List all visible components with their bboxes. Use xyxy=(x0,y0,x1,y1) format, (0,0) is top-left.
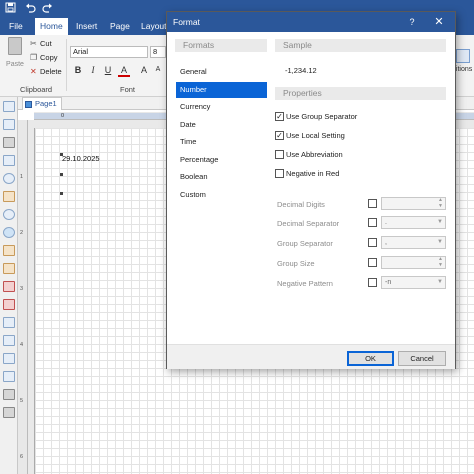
table-tool-icon[interactable] xyxy=(3,263,15,274)
font-family-select[interactable]: Arial xyxy=(70,46,148,58)
group-size-spinner[interactable]: ▲ ▼ xyxy=(381,256,446,269)
format-item-boolean[interactable]: Boolean xyxy=(176,169,267,185)
richtext-tool-icon[interactable] xyxy=(3,119,15,130)
delete-button[interactable]: ✕ Delete xyxy=(30,66,62,78)
checkmark-icon: ✓ xyxy=(275,112,284,121)
subreport-tool-icon[interactable] xyxy=(3,317,15,328)
format-item-custom[interactable]: Custom xyxy=(176,187,267,203)
group-separator-checkbox[interactable] xyxy=(368,238,377,247)
zipcode-tool-icon[interactable] xyxy=(3,389,15,400)
pageinfo-tool-icon[interactable] xyxy=(3,371,15,382)
font-size-select[interactable]: 8 xyxy=(150,46,166,58)
dialog-titlebar[interactable]: Format ? ✕ xyxy=(167,12,455,32)
cut-button[interactable]: ✂ Cut xyxy=(30,38,52,50)
selection-handle[interactable] xyxy=(60,173,63,176)
format-item-number[interactable]: Number xyxy=(176,82,267,98)
dialog-footer: OK Cancel xyxy=(167,344,455,369)
pagebreak-tool-icon[interactable] xyxy=(3,353,15,364)
picture-tool-icon[interactable] xyxy=(3,191,15,202)
sample-header: Sample xyxy=(275,39,446,52)
tab-file[interactable]: File xyxy=(4,18,28,35)
decimal-digits-checkbox[interactable] xyxy=(368,199,377,208)
line-tool-icon[interactable] xyxy=(3,281,15,292)
font-color-button[interactable]: A xyxy=(118,63,130,77)
bold-button[interactable]: B xyxy=(72,63,84,77)
toolbox xyxy=(0,97,18,474)
undo-icon[interactable] xyxy=(25,2,36,17)
gauge-tool-icon[interactable] xyxy=(3,209,15,220)
properties-header: Properties xyxy=(275,87,446,100)
help-button[interactable]: ? xyxy=(405,12,419,32)
conditions-icon[interactable] xyxy=(456,49,470,63)
label-tool-icon[interactable] xyxy=(3,101,15,112)
dialog-title: Format xyxy=(173,17,200,27)
date-textbox[interactable]: 29.10.2025 xyxy=(62,154,100,163)
delete-icon: ✕ xyxy=(30,67,37,76)
chevron-down-icon: ▼ xyxy=(437,239,443,245)
close-button[interactable]: ✕ xyxy=(431,12,447,32)
scissors-icon: ✂ xyxy=(30,39,37,48)
spinner-arrows-icon: ▲ ▼ xyxy=(438,197,443,209)
save-icon[interactable] xyxy=(5,2,16,17)
crosstab-tool-icon[interactable] xyxy=(3,299,15,310)
panel-tool-icon[interactable] xyxy=(3,335,15,346)
decimal-separator-select[interactable]: . ▼ xyxy=(381,216,446,229)
format-item-date[interactable]: Date xyxy=(176,117,267,133)
copy-icon: ❐ xyxy=(30,53,38,62)
format-item-time[interactable]: Time xyxy=(176,134,267,150)
underline-button[interactable]: U xyxy=(102,63,114,77)
vertical-ruler: 1 2 3 4 5 6 xyxy=(18,120,28,474)
tab-home[interactable]: Home xyxy=(35,18,68,35)
format-item-currency[interactable]: Currency xyxy=(176,99,267,115)
page-icon xyxy=(25,101,32,108)
doc-tab-page1[interactable]: Page1 xyxy=(22,97,62,110)
checkbox-tool-icon[interactable] xyxy=(3,137,15,148)
shape-tool-icon[interactable] xyxy=(3,173,15,184)
shrink-font-button[interactable]: A xyxy=(152,63,164,77)
tab-insert[interactable]: Insert xyxy=(71,18,102,35)
format-dialog: Format ? ✕ Formats General Number Curren… xyxy=(166,11,456,369)
chevron-down-icon: ▼ xyxy=(437,219,443,225)
tab-page[interactable]: Page xyxy=(105,18,135,35)
negative-pattern-select[interactable]: -n ▼ xyxy=(381,276,446,289)
selection-handle[interactable] xyxy=(60,153,63,156)
spinner-arrows-icon: ▲ ▼ xyxy=(438,256,443,268)
chart-tool-icon[interactable] xyxy=(3,245,15,256)
group-separator-select[interactable]: , ▼ xyxy=(381,236,446,249)
group-size-checkbox[interactable] xyxy=(368,258,377,267)
selection-handle[interactable] xyxy=(60,192,63,195)
chevron-down-icon: ▼ xyxy=(437,279,443,285)
cancel-button[interactable]: Cancel xyxy=(398,351,446,366)
paste-icon xyxy=(8,37,22,55)
paste-button[interactable]: Paste xyxy=(4,37,26,75)
barcode-tool-icon[interactable] xyxy=(3,155,15,166)
formats-header: Formats xyxy=(175,39,267,52)
copy-button[interactable]: ❐ Copy xyxy=(30,52,58,64)
negative-pattern-checkbox[interactable] xyxy=(368,278,377,287)
italic-button[interactable]: I xyxy=(87,63,99,77)
globe-icon[interactable] xyxy=(3,227,15,238)
clipboard-group-label: Clipboard xyxy=(20,85,53,94)
decimal-digits-spinner[interactable]: ▲ ▼ xyxy=(381,197,446,210)
ribbon-divider xyxy=(66,39,67,91)
checkmark-icon: ✓ xyxy=(275,131,284,140)
tools-icon[interactable] xyxy=(3,407,15,418)
format-item-percentage[interactable]: Percentage xyxy=(176,152,267,168)
font-group-label: Font xyxy=(120,85,136,94)
redo-icon[interactable] xyxy=(42,2,53,17)
grow-font-button[interactable]: A xyxy=(138,63,150,77)
ok-button[interactable]: OK xyxy=(347,351,394,366)
sample-value: -1,234.12 xyxy=(285,66,317,75)
decimal-separator-checkbox[interactable] xyxy=(368,218,377,227)
format-item-general[interactable]: General xyxy=(176,64,267,80)
